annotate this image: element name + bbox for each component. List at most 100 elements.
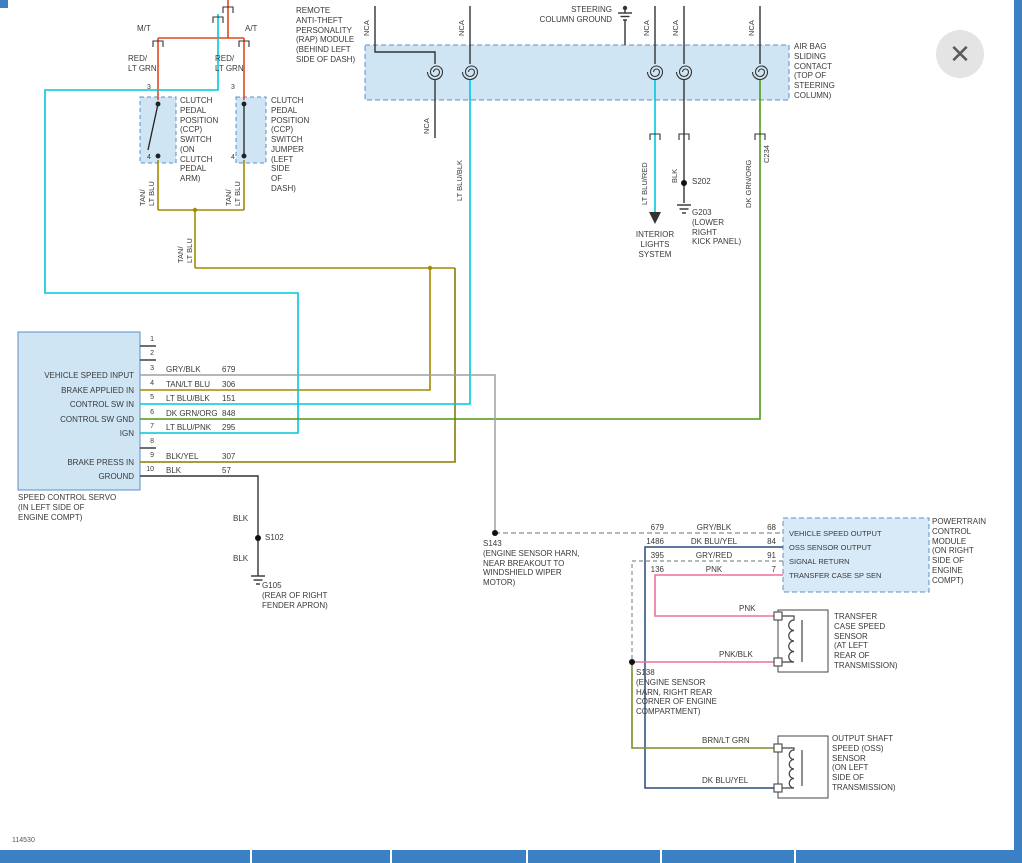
steering-ground-label: STEERING COLUMN GROUND xyxy=(520,5,612,25)
at-label: A/T xyxy=(245,24,257,34)
servo-pin-3: 3 xyxy=(142,365,154,374)
servo-fn-ground: GROUND xyxy=(20,472,134,482)
pcm-fn-vehicle-speed-output: VEHICLE SPEED OUTPUT xyxy=(789,529,882,538)
pcm-fn-signal-return: SIGNAL RETURN xyxy=(789,557,850,566)
pcm-color-dkblu-yel: DK BLU/YEL xyxy=(682,537,746,547)
s202-label: S202 xyxy=(692,177,711,187)
wire-label-red-ltgrn-left: RED/ LT GRN xyxy=(128,54,157,74)
interior-lights-label: INTERIOR LIGHTS SYSTEM xyxy=(632,230,678,259)
wire-label-tan-ltblu-left: TAN/ LT BLU xyxy=(139,181,156,206)
nca-label-below: NCA xyxy=(423,118,432,134)
servo-pin-10: 10 xyxy=(142,466,154,475)
circuit-pin7: 295 xyxy=(222,423,235,433)
pcm-color-pnk: PNK xyxy=(682,565,746,575)
pcm-color-gry-red: GRY/RED xyxy=(682,551,746,561)
oss-sensor-box xyxy=(778,736,828,798)
pin-3-right: 3 xyxy=(231,84,235,93)
g105-label: G105 (REAR OF RIGHT FENDER APRON) xyxy=(262,581,328,610)
bottom-bar-notch xyxy=(794,850,796,863)
airbag-box-label: AIR BAG SLIDING CONTACT (TOP OF STEERING… xyxy=(794,42,835,101)
pcm-circuit-395: 395 xyxy=(638,551,664,561)
pcm-pin-91: 91 xyxy=(760,551,776,561)
junction-dot xyxy=(428,266,432,270)
wire-label-pnk-blk: PNK/BLK xyxy=(719,650,753,660)
interior-lights-arrow-icon xyxy=(649,212,661,224)
g203-label: G203 (LOWER RIGHT KICK PANEL) xyxy=(692,208,741,247)
pcm-pin-84: 84 xyxy=(760,537,776,547)
s102-label: S102 xyxy=(265,533,284,543)
servo-pin-7: 7 xyxy=(142,423,154,432)
corner-marker xyxy=(0,0,8,8)
pcm-circuit-1486: 1486 xyxy=(638,537,664,547)
pcm-label: POWERTRAIN CONTROL MODULE (ON RIGHT SIDE… xyxy=(932,517,986,585)
nca-label-3: NCA xyxy=(643,20,652,36)
wire-label-dkgrn-org: DK GRN/ORG xyxy=(745,160,754,208)
close-button[interactable]: ✕ xyxy=(936,30,984,78)
pcm-fn-oss-sensor-output: OSS SENSOR OUTPUT xyxy=(789,543,872,552)
nca-label-4: NCA xyxy=(672,20,681,36)
circuit-pin3: 679 xyxy=(222,365,235,375)
bottom-bar-notch xyxy=(390,850,392,863)
airbag-sliding-contact-box xyxy=(365,45,789,100)
wire-label-red-ltgrn-right: RED/ LT GRN xyxy=(215,54,244,74)
component-boxes xyxy=(18,45,929,798)
wire-color-pin5: LT BLU/BLK xyxy=(166,394,210,404)
circuit-pin9: 307 xyxy=(222,452,235,462)
g203-ground-icon xyxy=(677,205,691,213)
steering-column-ground-icon xyxy=(618,6,632,20)
pcm-color-gry-blk: GRY/BLK xyxy=(682,523,746,533)
nca-label-5: NCA xyxy=(748,20,757,36)
pin-4-right: 4 xyxy=(231,154,235,163)
servo-pin-6: 6 xyxy=(142,409,154,418)
pcm-circuit-136: 136 xyxy=(638,565,664,575)
servo-pin-5: 5 xyxy=(142,394,154,403)
servo-fn-brake-applied: BRAKE APPLIED IN xyxy=(20,386,134,396)
wire-color-pin7: LT BLU/PNK xyxy=(166,423,211,433)
rap-module-label: REMOTE ANTI-THEFT PERSONALITY (RAP) MODU… xyxy=(296,6,355,65)
wire-label-ltblu-red: LT BLU/RED xyxy=(641,162,650,205)
bottom-bar-notch xyxy=(526,850,528,863)
splice-s202 xyxy=(681,180,687,186)
pin-3-left: 3 xyxy=(147,84,151,93)
servo-pin-8: 8 xyxy=(142,438,154,447)
pcm-pin-68: 68 xyxy=(760,523,776,533)
wire-label-brn-ltgrn: BRN/LT GRN xyxy=(702,736,750,746)
wire-color-pin10: BLK xyxy=(166,466,181,476)
pcm-fn-transfer-case-sp-sen: TRANSFER CASE SP SEN xyxy=(789,571,881,580)
servo-pin-1: 1 xyxy=(142,336,154,345)
servo-fn-vehicle-speed: VEHICLE SPEED INPUT xyxy=(20,371,134,381)
wire-color-pin9: BLK/YEL xyxy=(166,452,198,462)
wire-color-pin3: GRY/BLK xyxy=(166,365,201,375)
mt-label: M/T xyxy=(137,24,151,34)
splice-s143 xyxy=(492,530,498,536)
circuit-pin4: 306 xyxy=(222,380,235,390)
nca-label-1: NCA xyxy=(363,20,372,36)
ccp-jumper-box xyxy=(236,97,266,163)
circuit-pin6: 848 xyxy=(222,409,235,419)
wire-color-pin4: TAN/LT BLU xyxy=(166,380,210,390)
wire-label-ltblu-blk: LT BLU/BLK xyxy=(456,160,465,201)
servo-pin-9: 9 xyxy=(142,452,154,461)
circuit-pin5: 151 xyxy=(222,394,235,404)
document-number: 114530 xyxy=(12,837,35,844)
pcm-pin-7: 7 xyxy=(760,565,776,575)
connector-c234-label: C234 xyxy=(763,145,772,163)
bottom-edge-bar xyxy=(0,850,1022,863)
ccp-jumper-label: CLUTCH PEDAL POSITION (CCP) SWITCH JUMPE… xyxy=(271,96,309,194)
servo-name-label: SPEED CONTROL SERVO (IN LEFT SIDE OF ENG… xyxy=(18,493,116,522)
wire-label-tan-ltblu-merged: TAN/ LT BLU xyxy=(177,238,194,263)
close-icon: ✕ xyxy=(949,39,971,69)
s138-label: S138 (ENGINE SENSOR HARN, RIGHT REAR COR… xyxy=(636,668,717,717)
servo-fn-control-sw-gnd: CONTROL SW GND xyxy=(20,415,134,425)
s143-label: S143 (ENGINE SENSOR HARN, NEAR BREAKOUT … xyxy=(483,539,579,588)
bottom-bar-notch xyxy=(660,850,662,863)
ccp-switch-label: CLUTCH PEDAL POSITION (CCP) SWITCH (ON C… xyxy=(180,96,218,184)
wire-label-dkblu-yel: DK BLU/YEL xyxy=(702,776,748,786)
oss-sensor-label: OUTPUT SHAFT SPEED (OSS) SENSOR (ON LEFT… xyxy=(832,734,896,793)
servo-fn-control-sw-in: CONTROL SW IN xyxy=(20,400,134,410)
wire-pnk xyxy=(632,575,783,662)
wire-label-blk-2: BLK xyxy=(233,554,248,564)
nca-label-2: NCA xyxy=(458,20,467,36)
junction-dot xyxy=(193,208,197,212)
servo-fn-ign: IGN xyxy=(20,429,134,439)
